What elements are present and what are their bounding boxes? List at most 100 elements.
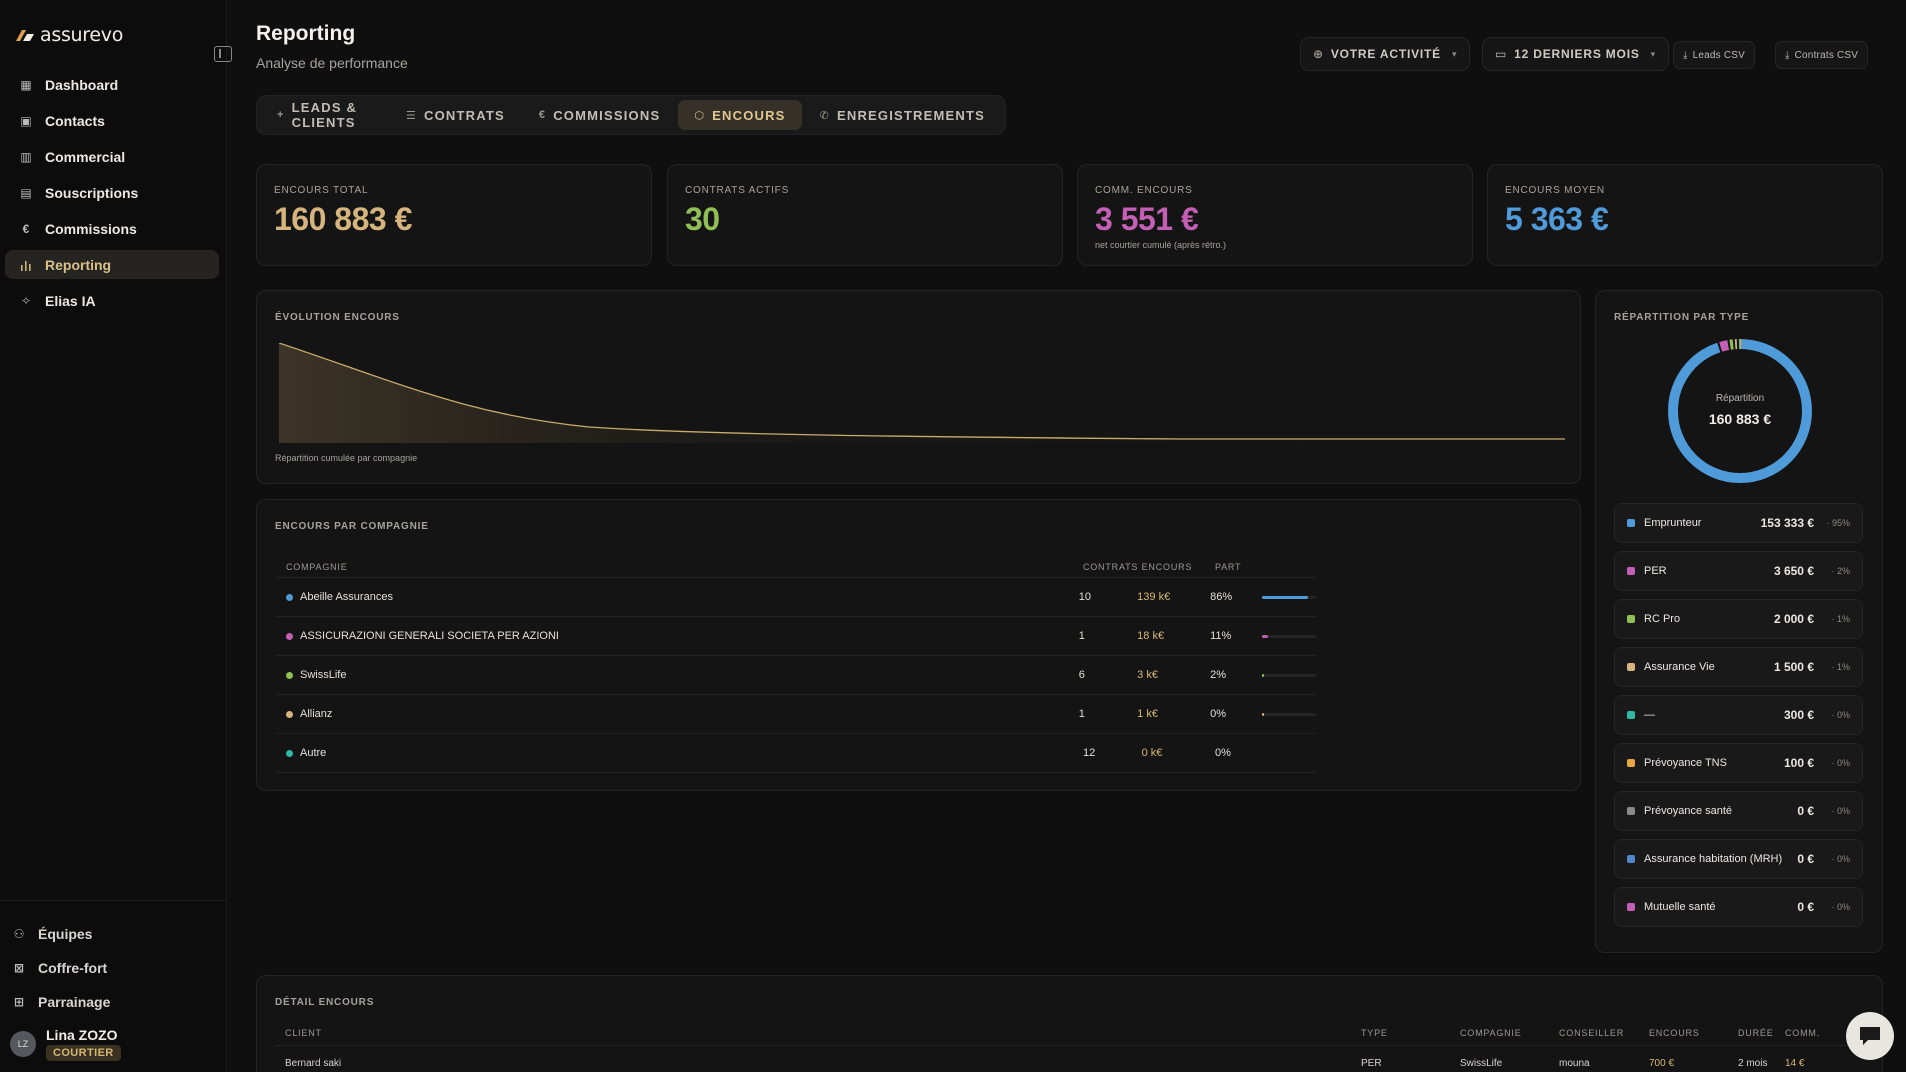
chat-button[interactable] (1846, 1012, 1894, 1060)
sidebar-item-souscriptions[interactable]: ▤ Souscriptions (5, 178, 219, 207)
download-icon: ⤓ (1683, 49, 1688, 61)
tab-leads-clients[interactable]: + LEADS & CLIENTS (261, 100, 388, 130)
contrats-count: 12 (1082, 747, 1096, 759)
download-icon: ⤓ (1785, 49, 1790, 61)
legend-item-per[interactable]: PER 3 650 € · 2% (1614, 551, 1863, 591)
legend-swatch (1627, 855, 1635, 863)
legend-item-prevoyance-tns[interactable]: Prévoyance TNS 100 € · 0% (1614, 743, 1863, 783)
series-dot (286, 593, 293, 601)
chat-icon (1860, 1027, 1880, 1045)
sidebar-item-equipes[interactable]: ⚇ Équipes (0, 917, 227, 951)
legend-value: 0 € (1797, 852, 1814, 866)
legend-name: Assurance habitation (MRH) (1644, 853, 1783, 865)
sidebar-item-label: Elias IA (45, 292, 96, 309)
evolution-chart (279, 343, 1565, 443)
chevron-down-icon: ▾ (1451, 48, 1458, 59)
sidebar-item-reporting[interactable]: Reporting (5, 250, 219, 279)
euro-icon: € (538, 109, 547, 121)
legend-pct: · 2% (1831, 566, 1850, 576)
col-duree: DURÉE (1738, 1028, 1774, 1038)
page-title: Reporting (256, 22, 356, 45)
sidebar-item-label: Dashboard (45, 76, 119, 93)
user-profile[interactable]: LZ Lina ZOZO COURTIER (10, 1027, 121, 1061)
legend-item-rc-pro[interactable]: RC Pro 2 000 € · 1% (1614, 599, 1863, 639)
sidebar: assurevo ▦ Dashboard ▣ Contacts ▥ Commer… (0, 0, 232, 1072)
legend-name: Mutuelle santé (1644, 901, 1716, 913)
period-dropdown[interactable]: ▭ 12 DERNIERS MOIS ▾ (1482, 37, 1669, 71)
table-row[interactable]: ASSICURAZIONI GENERALI SOCIETA PER AZION… (276, 617, 1316, 656)
legend-item-assurance-vie[interactable]: Assurance Vie 1 500 € · 1% (1614, 647, 1863, 687)
activity-scope-dropdown[interactable]: ⊕ VOTRE ACTIVITÉ ▾ (1300, 37, 1471, 71)
col-comm: COMM. (1785, 1028, 1820, 1038)
leads-csv-button[interactable]: ⤓ Leads CSV (1673, 41, 1756, 69)
vault-icon: ⊠ (13, 961, 25, 975)
table-row[interactable]: Abeille Assurances 10 139 k€ 86% (276, 578, 1316, 617)
legend-item-emprunteur[interactable]: Emprunteur 153 333 € · 95% (1614, 503, 1863, 543)
page-subtitle: Analyse de performance (256, 55, 408, 71)
compagnie-name: Allianz (300, 708, 333, 720)
series-dot (286, 749, 293, 757)
sidebar-item-dashboard[interactable]: ▦ Dashboard (5, 70, 219, 99)
globe-icon: ⊕ (1313, 47, 1324, 61)
col-compagnie: COMPAGNIE (286, 561, 348, 572)
col-type: TYPE (1361, 1028, 1388, 1038)
kpi-card-contrats-actifs: CONTRATS ACTIFS 30 (667, 164, 1063, 266)
legend-swatch (1627, 759, 1635, 767)
table-row[interactable]: SwissLife 6 3 k€ 2% (276, 656, 1316, 695)
conseiller-value: mouna (1559, 1058, 1590, 1069)
legend-pct: · 95% (1826, 518, 1850, 528)
legend-item-assurance-habitation[interactable]: Assurance habitation (MRH) 0 € · 0% (1614, 839, 1863, 879)
sidebar-item-parrainage[interactable]: ⊞ Parrainage (0, 985, 227, 1019)
compagnie-name: SwissLife (300, 669, 347, 681)
sidebar-item-label: Parrainage (38, 994, 111, 1010)
sidebar-item-label: Reporting (45, 256, 112, 273)
logo-text: assurevo (40, 24, 124, 46)
legend-item-mutuelle-sante[interactable]: Mutuelle santé 0 € · 0% (1614, 887, 1863, 927)
tab-label: ENREGISTREMENTS (836, 107, 985, 123)
tab-label: ENCOURS (712, 107, 786, 123)
tab-contrats[interactable]: ☰ CONTRATS (390, 100, 521, 130)
legend-value: 0 € (1797, 900, 1814, 914)
tab-encours[interactable]: ⬡ ENCOURS (678, 100, 802, 130)
legend-swatch (1627, 519, 1635, 527)
encours-value: 0 k€ (1141, 747, 1163, 759)
contrats-count: 6 (1078, 669, 1085, 681)
sidebar-item-commercial[interactable]: ▥ Commercial (5, 142, 219, 171)
leads-csv-label: Leads CSV (1692, 49, 1746, 61)
par-compagnie-title: ENCOURS PAR COMPAGNIE (275, 521, 429, 532)
detail-encours-card: DÉTAIL ENCOURS CLIENT TYPE COMPAGNIE CON… (256, 975, 1883, 1072)
team-icon: ⚇ (13, 927, 25, 941)
sidebar-toggle-icon[interactable] (214, 46, 232, 62)
legend-item-unknown[interactable]: — 300 € · 0% (1614, 695, 1863, 735)
table-row[interactable]: Bernard saki PER SwissLife mouna 700 € 2… (275, 1058, 1875, 1069)
donut-center-label: Répartition (1715, 393, 1765, 404)
encours-value: 700 € (1649, 1058, 1675, 1069)
tab-enregistrements[interactable]: ✆ ENREGISTREMENTS (804, 100, 1001, 130)
sidebar-item-commissions[interactable]: € Commissions (5, 214, 219, 243)
share-bar-fill (1261, 673, 1264, 677)
logo[interactable]: assurevo (14, 24, 123, 46)
table-row[interactable]: Autre 12 0 k€ 0% (276, 734, 1316, 773)
sidebar-item-contacts[interactable]: ▣ Contacts (5, 106, 219, 135)
sidebar-item-coffre-fort[interactable]: ⊠ Coffre-fort (0, 951, 227, 985)
table-row[interactable]: Allianz 1 1 k€ 0% (276, 695, 1316, 734)
legend-name: Prévoyance TNS (1644, 757, 1727, 769)
series-dot (286, 632, 293, 640)
tab-commissions[interactable]: € COMMISSIONS (523, 100, 676, 130)
legend-item-prevoyance-sante[interactable]: Prévoyance santé 0 € · 0% (1614, 791, 1863, 831)
activity-scope-label: VOTRE ACTIVITÉ (1330, 47, 1441, 61)
plus-icon: + (277, 109, 285, 121)
legend-pct: · 1% (1831, 614, 1850, 624)
sidebar-item-elias-ia[interactable]: ✧ Elias IA (5, 286, 219, 315)
repartition-par-type-card: RÉPARTITION PAR TYPE Répartition 160 883… (1595, 290, 1883, 953)
share-bar-fill (1261, 634, 1268, 638)
col-part: PART (1214, 561, 1242, 572)
encours-value: 3 k€ (1137, 669, 1158, 681)
contrats-csv-button[interactable]: ⤓ Contrats CSV (1775, 41, 1869, 69)
sparkle-icon: ✧ (20, 293, 32, 308)
legend-pct: · 0% (1831, 854, 1850, 864)
box-icon: ⬡ (694, 109, 706, 122)
col-encours: ENCOURS (1649, 1028, 1700, 1038)
legend-pct: · 0% (1831, 758, 1850, 768)
kpi-label: ENCOURS MOYEN (1505, 185, 1605, 196)
